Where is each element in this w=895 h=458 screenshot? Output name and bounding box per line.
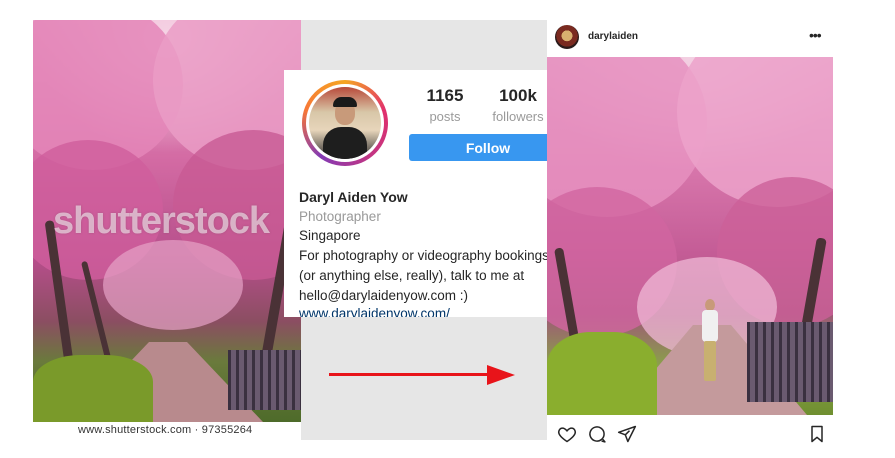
more-icon[interactable]: ••• bbox=[809, 27, 822, 43]
post-avatar[interactable] bbox=[555, 25, 579, 49]
profile-avatar[interactable] bbox=[302, 80, 388, 166]
post-photo bbox=[547, 57, 833, 415]
profile-category: Photographer bbox=[299, 209, 381, 224]
bio-line: (or anything else, really), talk to me a… bbox=[299, 268, 525, 283]
share-icon[interactable] bbox=[617, 424, 637, 444]
followers-label[interactable]: followers bbox=[478, 109, 558, 124]
stock-photo: shutterstock bbox=[33, 20, 301, 422]
watermark: shutterstock bbox=[53, 200, 270, 242]
followers-count[interactable]: 100k bbox=[478, 86, 558, 106]
arrow-right-icon bbox=[487, 365, 515, 385]
bio-line: For photography or videography bookings bbox=[299, 248, 549, 263]
follow-button[interactable]: Follow bbox=[409, 134, 564, 161]
profile-name: Daryl Aiden Yow bbox=[299, 189, 408, 205]
posts-label: posts bbox=[429, 109, 461, 124]
profile-card: 1165 posts 100k followers Follow Daryl A… bbox=[284, 70, 564, 317]
comment-icon[interactable] bbox=[587, 424, 607, 444]
post-header: darylaiden ••• bbox=[547, 20, 833, 58]
heart-icon[interactable] bbox=[557, 424, 577, 444]
bookmark-icon[interactable] bbox=[807, 424, 827, 444]
bio-line: Singapore bbox=[299, 228, 361, 243]
posts-count: 1165 bbox=[426, 86, 464, 105]
stock-caption: www.shutterstock.com · 97355264 bbox=[78, 424, 253, 436]
post-username[interactable]: darylaiden bbox=[588, 31, 638, 42]
arrow-shaft bbox=[329, 373, 489, 376]
website-link[interactable]: www.darylaidenyow.com/ bbox=[299, 306, 450, 317]
post-actions bbox=[547, 418, 833, 458]
bio-email: hello@darylaidenyow.com :) bbox=[299, 288, 469, 303]
